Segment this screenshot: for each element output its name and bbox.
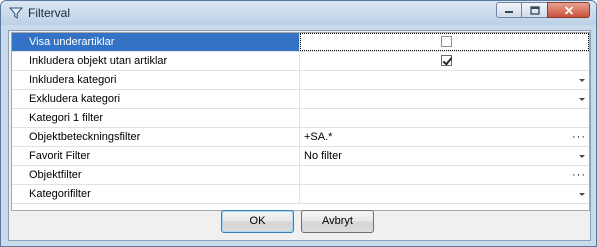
window-controls (496, 2, 590, 18)
property-value-text: No filter (304, 150, 342, 162)
inkludera-objekt-utan-artiklar-checkbox[interactable] (441, 55, 452, 66)
visa-underartiklar-checkbox[interactable] (441, 36, 452, 47)
chevron-down-icon[interactable] (579, 79, 585, 82)
property-label: Inkludera objekt utan artiklar (12, 52, 300, 70)
minimize-button[interactable] (496, 2, 522, 18)
close-button[interactable] (547, 2, 590, 18)
property-value[interactable] (300, 90, 589, 108)
property-label: Inkludera kategori (12, 71, 300, 89)
property-value-text: +SA.* (304, 131, 333, 143)
chevron-down-icon[interactable] (579, 98, 585, 101)
property-value[interactable] (300, 109, 589, 127)
chevron-down-icon[interactable] (579, 155, 585, 158)
close-icon (564, 5, 573, 15)
property-row-objektfilter[interactable]: Objektfilter ··· (12, 166, 589, 185)
dialog-client-area: Visa underartiklar Inkludera objekt utan… (8, 30, 591, 241)
property-label: Objektbeteckningsfilter (12, 128, 300, 146)
ellipsis-button[interactable]: ··· (572, 166, 586, 184)
property-label: Kategorifilter (12, 185, 300, 203)
property-grid: Visa underartiklar Inkludera objekt utan… (11, 32, 590, 211)
property-value[interactable] (300, 185, 589, 203)
property-row-kategori-1-filter[interactable]: Kategori 1 filter (12, 109, 589, 128)
property-row-favorit-filter[interactable]: Favorit Filter No filter (12, 147, 589, 166)
property-value[interactable]: ··· (300, 166, 589, 184)
maximize-icon (529, 5, 540, 15)
property-value[interactable]: No filter (300, 147, 589, 165)
property-label: Objektfilter (12, 166, 300, 184)
chevron-down-icon[interactable] (579, 193, 585, 196)
property-row-exkludera-kategori[interactable]: Exkludera kategori (12, 90, 589, 109)
property-row-inkludera-kategori[interactable]: Inkludera kategori (12, 71, 589, 90)
filter-dialog: Filterval Visa underartiklar Inkludera o… (0, 0, 597, 247)
property-label: Kategori 1 filter (12, 109, 300, 127)
property-label: Visa underartiklar (12, 33, 300, 51)
filter-funnel-icon (9, 7, 23, 19)
property-label: Favorit Filter (12, 147, 300, 165)
maximize-button[interactable] (522, 2, 547, 18)
cancel-button[interactable]: Avbryt (301, 210, 374, 233)
title-bar[interactable]: Filterval (1, 1, 596, 25)
property-value[interactable] (300, 52, 589, 70)
property-row-visa-underartiklar[interactable]: Visa underartiklar (12, 33, 589, 52)
property-row-objektbeteckningsfilter[interactable]: Objektbeteckningsfilter +SA.* ··· (12, 128, 589, 147)
property-label: Exkludera kategori (12, 90, 300, 108)
ellipsis-button[interactable]: ··· (572, 128, 586, 146)
minimize-icon (505, 11, 513, 13)
property-value[interactable] (300, 33, 589, 51)
ok-button[interactable]: OK (221, 210, 294, 233)
property-row-kategorifilter[interactable]: Kategorifilter (12, 185, 589, 204)
property-value[interactable] (300, 71, 589, 89)
window-title: Filterval (28, 6, 71, 20)
property-row-inkludera-objekt-utan-artiklar[interactable]: Inkludera objekt utan artiklar (12, 52, 589, 71)
property-value[interactable]: +SA.* ··· (300, 128, 589, 146)
